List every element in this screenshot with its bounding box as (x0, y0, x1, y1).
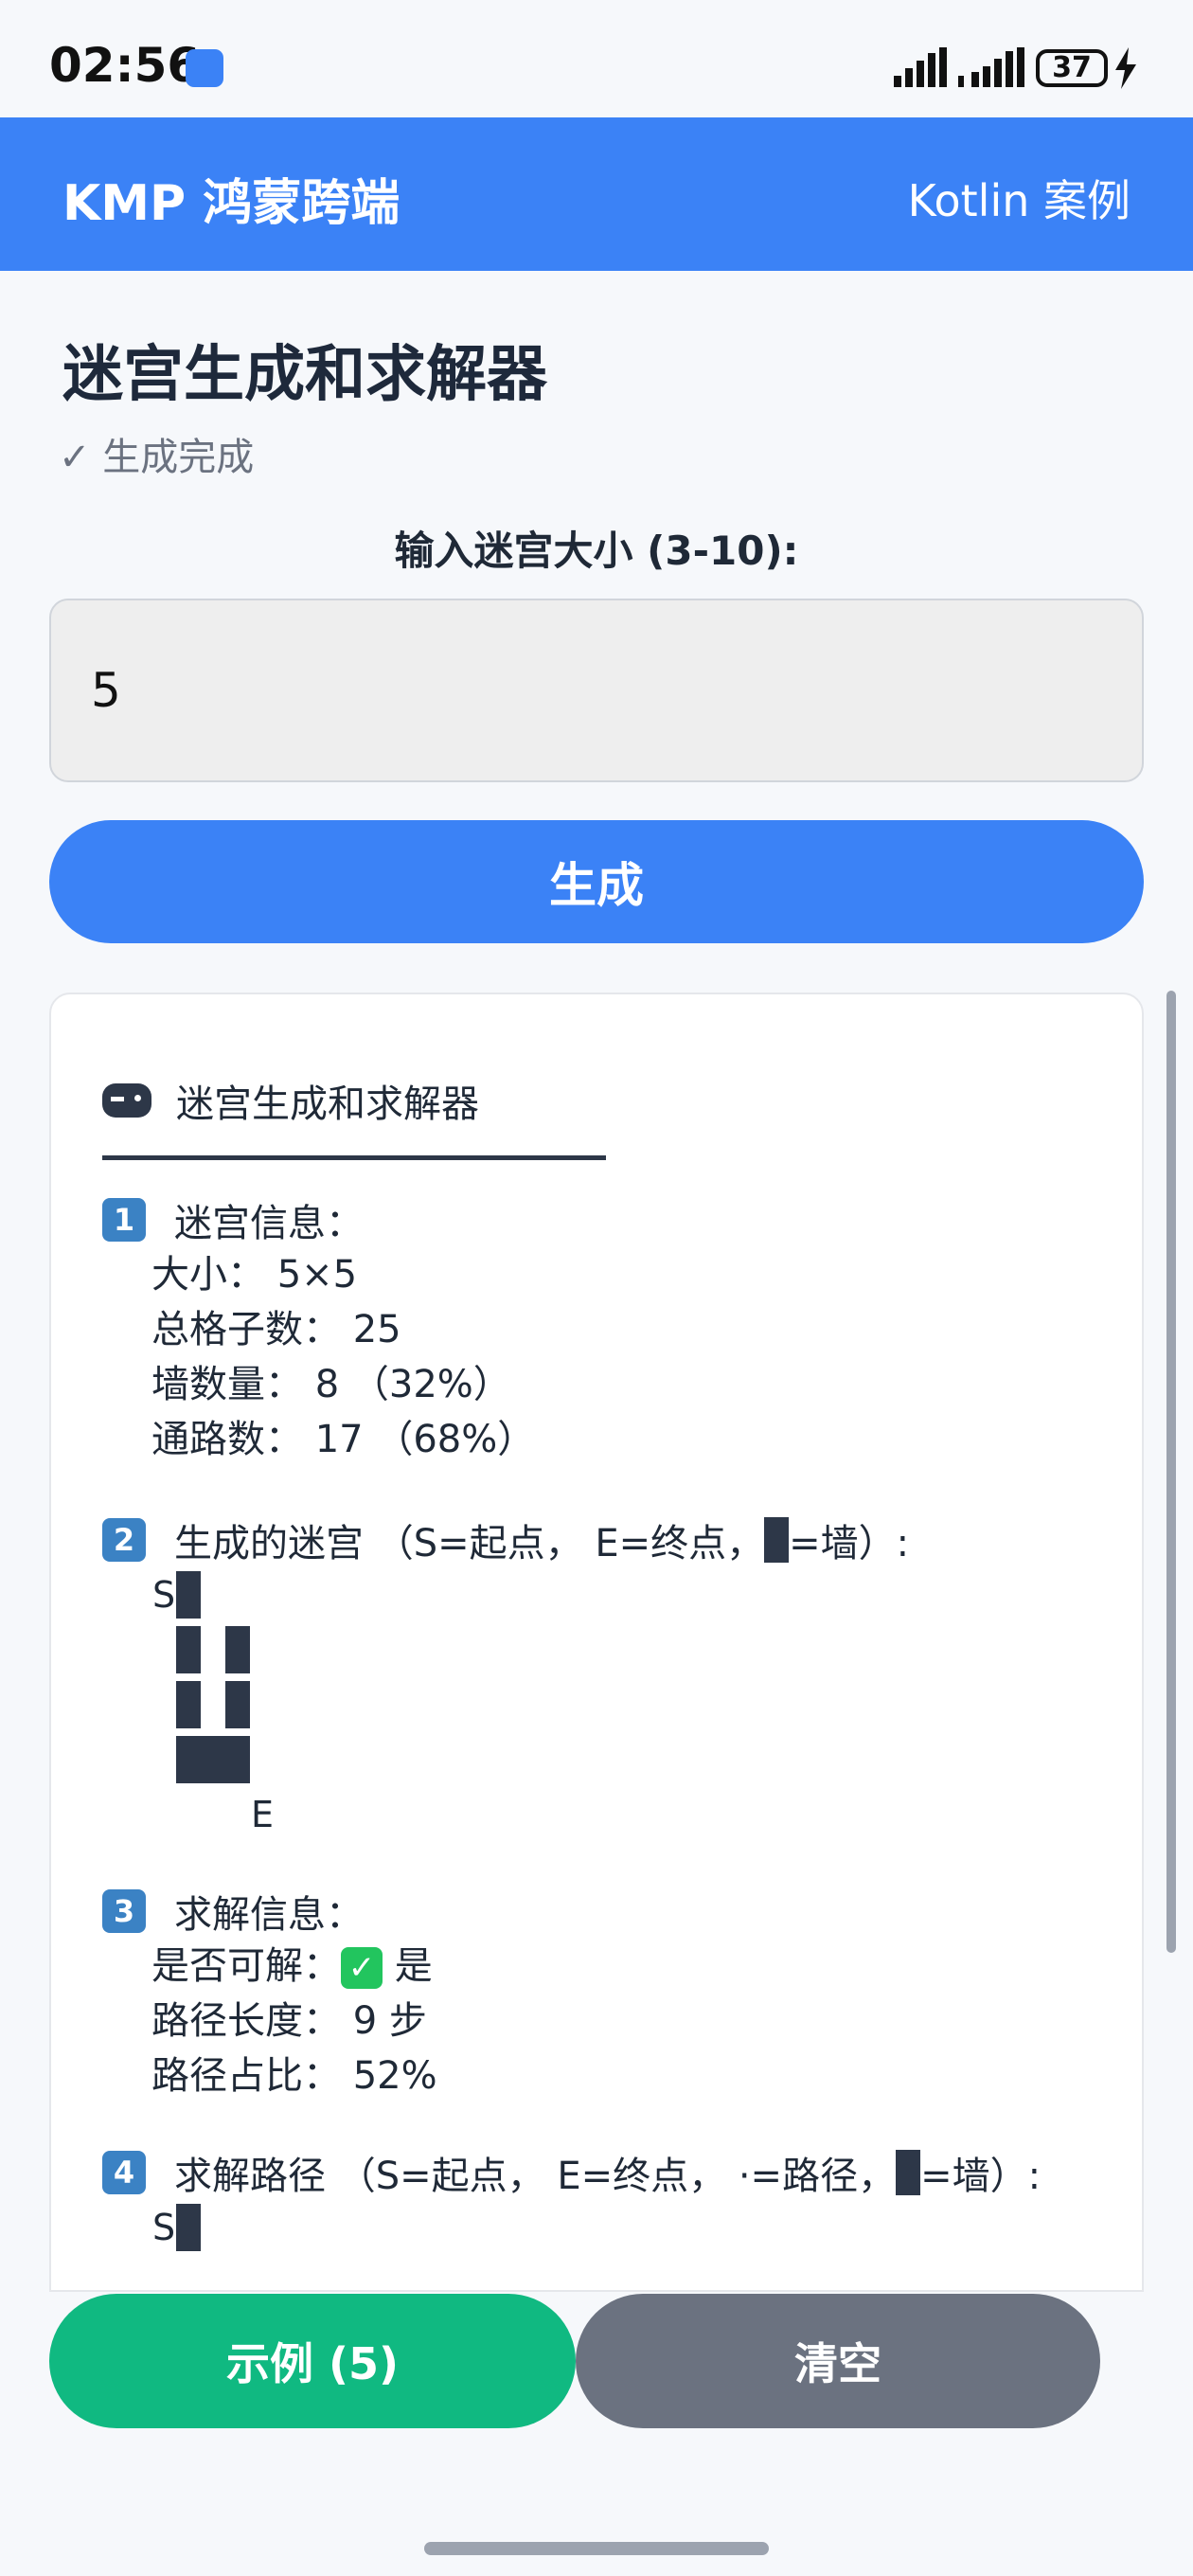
wall-legend-icon (764, 1517, 790, 1563)
number-2-icon: 2 (102, 1518, 146, 1562)
maze-grid-section: 2 生成的迷宫 （S=起点， E=终点， =墙）: SE (102, 1512, 1106, 1842)
signal-icon (894, 47, 947, 87)
status-bar: 02:56 37 (0, 0, 1193, 117)
maze-row: S (102, 2200, 1106, 2255)
maze-cell (151, 1787, 176, 1842)
maze-cell: S (151, 2207, 176, 2248)
gamepad-icon (102, 1083, 151, 1118)
solvable-value: 是 (394, 1944, 433, 1988)
maze-cell (225, 1787, 250, 1842)
scrollbar[interactable] (1166, 991, 1176, 1953)
result-title: 迷宫生成和求解器 (176, 1082, 479, 1126)
number-3-icon: 3 (102, 1889, 146, 1933)
section-heading: 1 迷宫信息： (102, 1192, 1106, 1247)
maze-size-input[interactable] (49, 599, 1144, 782)
maze-cell (176, 1787, 201, 1842)
maze-heading-suffix: =墙）: (789, 1522, 910, 1565)
maze-wall-cell (225, 1626, 250, 1673)
maze-cell (201, 1787, 225, 1842)
status-time: 02:56 (49, 38, 201, 93)
info-line: 通路数： 17 （68%） (151, 1418, 536, 1461)
info-line: 总格子数： 25 (151, 1308, 401, 1351)
maze-wall-cell (225, 1681, 250, 1728)
maze-cell (151, 1677, 176, 1732)
maze-info-heading: 迷宫信息： (174, 1202, 364, 1245)
maze-cell (225, 1567, 250, 1622)
info-line: 墙数量： 8 （32%） (151, 1363, 511, 1406)
info-line: 大小： 5×5 (151, 1253, 358, 1297)
solvable-line: 是否可解： ✓ 是 (102, 1939, 1106, 1994)
wall-legend-icon (896, 2150, 921, 2195)
result-card[interactable]: 迷宫生成和求解器 1 迷宫信息： 大小： 5×5 总格子数： 25 墙数量： 8… (49, 993, 1144, 2292)
result-title-row: 迷宫生成和求解器 (102, 1072, 1106, 1129)
maze-cell (250, 1677, 275, 1732)
example-button[interactable]: 示例 (5) (49, 2294, 576, 2428)
maze-row: E (102, 1787, 1106, 1842)
info-line: 路径占比： 52% (151, 2054, 437, 2098)
title-divider (102, 1155, 606, 1160)
section-heading: 3 求解信息： (102, 1884, 1106, 1939)
status-message: ✓ 生成完成 (59, 436, 255, 479)
maze-info-section: 1 迷宫信息： 大小： 5×5 总格子数： 25 墙数量： 8 （32%） 通路… (102, 1192, 1106, 1467)
solvable-label: 是否可解： (151, 1944, 341, 1988)
maze-grid: SE (102, 1567, 1106, 1842)
maze-wall-cell (176, 1736, 201, 1783)
section-heading: 2 生成的迷宫 （S=起点， E=终点， =墙）: (102, 1512, 1106, 1567)
maze-wall-cell (201, 1736, 225, 1783)
result-content: 迷宫生成和求解器 1 迷宫信息： 大小： 5×5 总格子数： 25 墙数量： 8… (102, 1072, 1106, 2255)
solve-path-section: 4 求解路径 （S=起点， E=终点， ·=路径， =墙）: S (102, 2145, 1106, 2255)
maze-row (102, 1677, 1106, 1732)
usb-icon (186, 49, 223, 87)
path-heading-suffix: =墙）: (920, 2155, 1042, 2198)
check-mark-icon: ✓ (341, 1947, 383, 1989)
app-bar: KMP 鸿蒙跨端 Kotlin 案例 (0, 117, 1193, 271)
maze-cell (201, 1622, 225, 1677)
maze-cell (201, 1677, 225, 1732)
number-4-icon: 4 (102, 2151, 146, 2194)
path-heading-prefix: 求解路径 （S=起点， E=终点， ·=路径， (174, 2155, 897, 2198)
maze-cell (201, 1567, 225, 1622)
maze-wall-cell (176, 1681, 201, 1728)
solve-info-section: 3 求解信息： 是否可解： ✓ 是 路径长度： 9 步 路径占比： 52% (102, 1884, 1106, 2103)
app-subtitle: Kotlin 案例 (907, 175, 1131, 226)
home-indicator[interactable] (424, 2542, 769, 2555)
maze-row (102, 1622, 1106, 1677)
charging-icon (1115, 47, 1136, 89)
maze-cell: S (151, 1574, 176, 1616)
size-input-label: 输入迷宫大小 (3-10): (394, 528, 799, 574)
maze-wall-cell (176, 1626, 201, 1673)
path-grid: S (102, 2200, 1106, 2255)
clear-button[interactable]: 清空 (576, 2294, 1100, 2428)
maze-heading-prefix: 生成的迷宫 （S=起点， E=终点， (174, 1522, 765, 1565)
maze-cell (151, 1622, 176, 1677)
generate-button[interactable]: 生成 (49, 820, 1144, 943)
maze-cell (250, 1732, 275, 1787)
maze-cell (250, 1622, 275, 1677)
maze-wall-cell (225, 1736, 250, 1783)
maze-cell (151, 1732, 176, 1787)
battery-indicator: 37 (1036, 49, 1108, 87)
info-line: 路径长度： 9 步 (151, 1999, 427, 2043)
maze-wall-cell (176, 2204, 201, 2251)
solve-info-heading: 求解信息： (174, 1893, 364, 1937)
app-title: KMP 鸿蒙跨端 (62, 175, 401, 232)
maze-cell (250, 1567, 275, 1622)
section-heading: 4 求解路径 （S=起点， E=终点， ·=路径， =墙）: (102, 2145, 1106, 2200)
maze-row: S (102, 1567, 1106, 1622)
maze-wall-cell (176, 1571, 201, 1619)
page-title: 迷宫生成和求解器 (62, 340, 547, 410)
number-1-icon: 1 (102, 1198, 146, 1242)
maze-cell: E (250, 1794, 274, 1835)
signal-icon-secondary (958, 47, 1024, 87)
maze-row (102, 1732, 1106, 1787)
